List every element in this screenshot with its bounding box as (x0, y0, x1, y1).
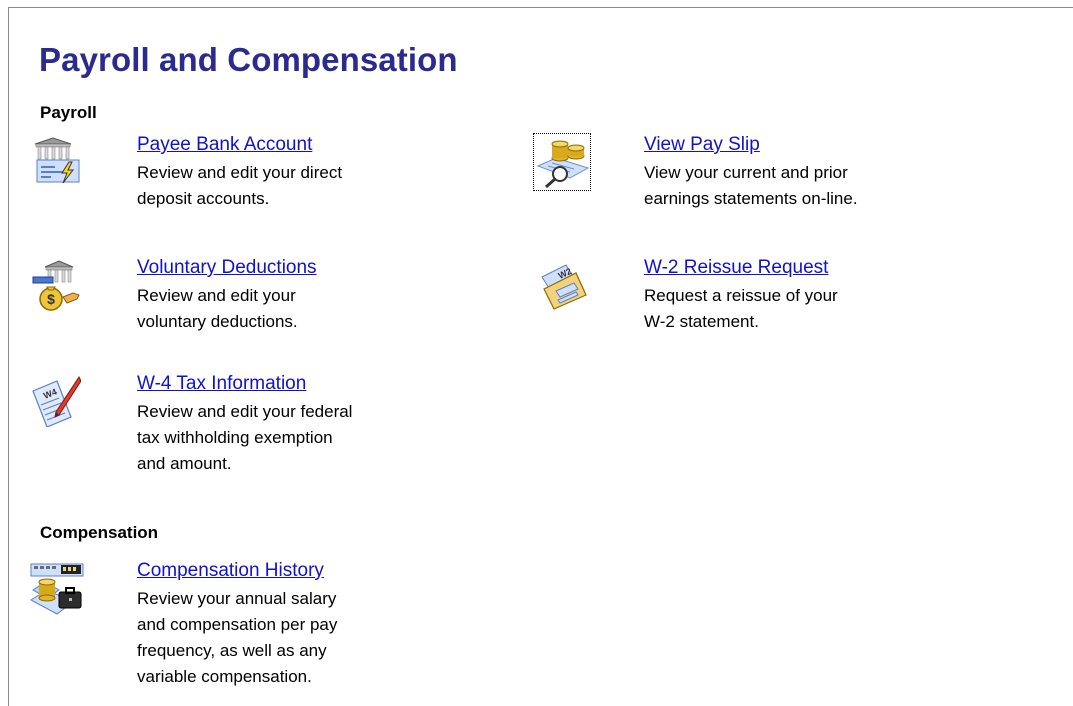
compensation-history-icon[interactable] (29, 562, 84, 615)
w2-reissue-request-description: Request a reissue of your W-2 statement. (644, 286, 838, 331)
w4-tax-information-description: Review and edit your federal tax withhol… (137, 402, 353, 473)
section-heading-compensation: Compensation (40, 523, 159, 542)
voluntary-deductions-link[interactable]: Voluntary Deductions (137, 255, 437, 281)
coins-magnifier-icon[interactable] (533, 133, 591, 191)
payee-bank-account-link[interactable]: Payee Bank Account (137, 132, 437, 158)
svg-text:$: $ (47, 291, 55, 307)
compensation-history-description: Review your annual salary and compensati… (137, 589, 338, 686)
voluntary-deductions-description: Review and edit your voluntary deduction… (137, 286, 298, 331)
section-heading-payroll: Payroll (40, 103, 97, 122)
payee-bank-account-description: Review and edit your direct deposit acco… (137, 163, 343, 208)
content-frame: Payroll and Compensation Payroll Payee B… (8, 7, 1073, 706)
bank-check-icon[interactable] (29, 136, 81, 188)
w2-envelope-icon[interactable]: W2 (536, 259, 588, 311)
view-pay-slip-description: View your current and prior earnings sta… (644, 163, 858, 208)
compensation-history-link[interactable]: Compensation History (137, 558, 437, 584)
page-title: Payroll and Compensation (39, 41, 458, 78)
view-pay-slip-link[interactable]: View Pay Slip (644, 132, 944, 158)
w2-reissue-request-link[interactable]: W-2 Reissue Request (644, 255, 944, 281)
money-bag-hand-icon[interactable]: $ (29, 259, 81, 311)
w4-form-pencil-icon[interactable]: W4 (29, 375, 81, 427)
w4-tax-information-link[interactable]: W-4 Tax Information (137, 371, 437, 397)
